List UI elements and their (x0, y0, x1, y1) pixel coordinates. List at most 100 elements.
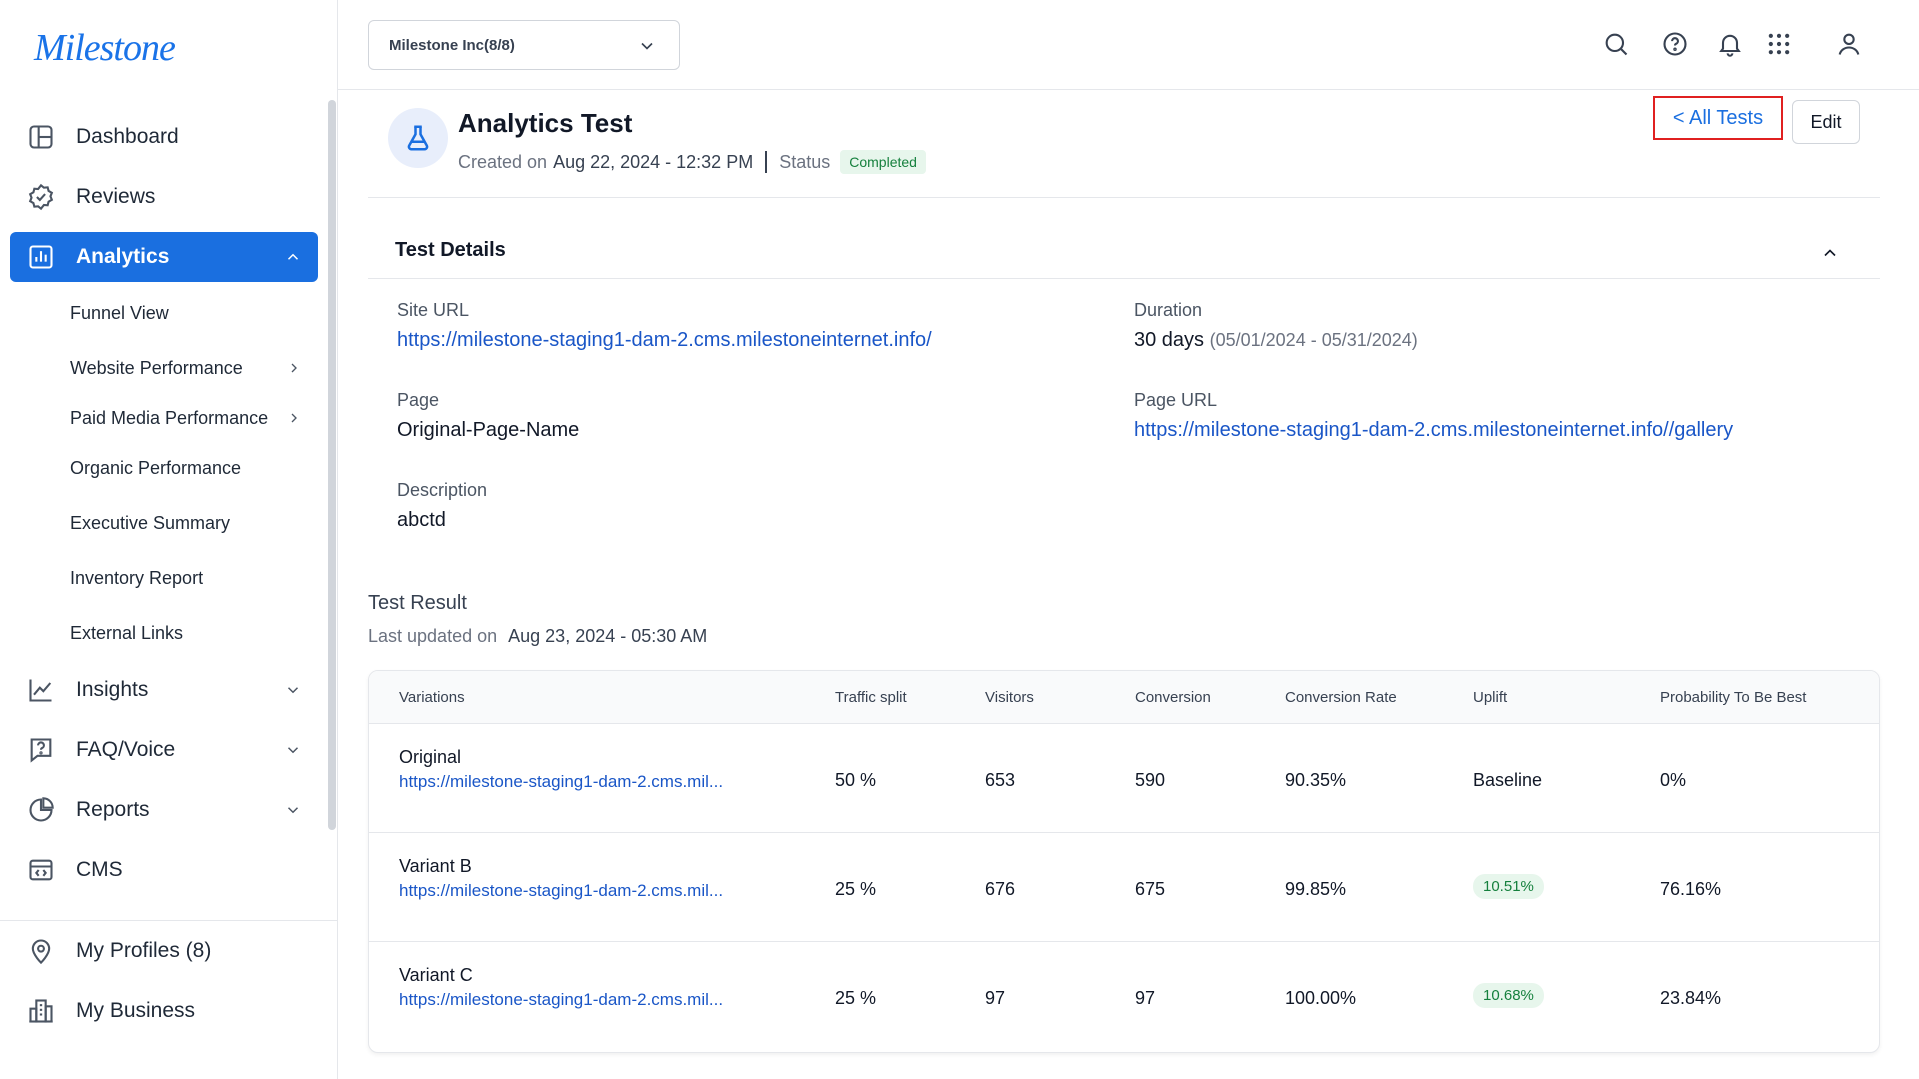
sidebar-subitem-executive-summary[interactable]: Executive Summary (10, 496, 318, 551)
sidebar: Milestone Dashboard Reviews Analytics Fu… (0, 0, 338, 1079)
sidebar-subitem-label: External Links (70, 623, 184, 643)
duration-value: 30 days (05/01/2024 - 05/31/2024) (1134, 329, 1418, 352)
variation-name: Variant C (399, 965, 473, 985)
cms-icon (26, 855, 56, 885)
sidebar-item-reviews[interactable]: Reviews (10, 172, 318, 222)
variation-name: Variant B (399, 856, 472, 876)
org-select-value: Milestone Inc(8/8) (389, 36, 515, 54)
visitors: 97 (985, 988, 1006, 1008)
help-icon[interactable] (1661, 30, 1689, 58)
last-updated-value: Aug 23, 2024 - 05:30 AM (508, 626, 708, 646)
site-url-field: Site URL https://milestone-staging1-dam-… (397, 300, 932, 352)
sidebar-item-label: FAQ/Voice (76, 738, 176, 761)
divider (368, 197, 1880, 198)
sidebar-item-reports[interactable]: Reports (10, 785, 318, 835)
sidebar-subitem-paid-media-performance[interactable]: Paid Media Performance (10, 396, 318, 441)
conversion: 675 (1135, 879, 1166, 899)
duration-range: (05/01/2024 - 05/31/2024) (1209, 330, 1418, 350)
site-url-link[interactable]: https://milestone-staging1-dam-2.cms.mil… (397, 329, 932, 352)
sidebar-item-label: Reports (76, 798, 150, 821)
page-field: Page Original-Page-Name (397, 390, 579, 442)
traffic-split: 25 % (835, 988, 877, 1008)
description-value: abctd (397, 509, 446, 531)
org-select[interactable]: Milestone Inc(8/8) (368, 20, 680, 70)
test-meta: Created on Aug 22, 2024 - 12:32 PM Statu… (458, 150, 926, 174)
column-header: Traffic split (835, 689, 907, 706)
table-row[interactable]: Variant B https://milestone-staging1-dam… (369, 834, 1879, 942)
sidebar-item-my-business[interactable]: My Business (10, 986, 318, 1036)
flask-icon (388, 108, 448, 168)
sidebar-item-insights[interactable]: Insights (10, 665, 318, 715)
sidebar-item-dashboard[interactable]: Dashboard (10, 112, 318, 162)
variation-cell: Variant B https://milestone-staging1-dam… (399, 856, 723, 901)
search-icon[interactable] (1602, 30, 1630, 58)
sidebar-subitem-organic-performance[interactable]: Organic Performance (10, 441, 318, 496)
reports-icon (26, 795, 56, 825)
top-header: Milestone Inc(8/8) (338, 0, 1919, 90)
column-header: Variations (399, 689, 465, 706)
sidebar-item-faq-voice[interactable]: FAQ/Voice (10, 725, 318, 775)
milestone-logo[interactable]: Milestone (34, 26, 176, 70)
probability: 76.16% (1660, 879, 1722, 899)
variation-cell: Original https://milestone-staging1-dam-… (399, 747, 723, 792)
sidebar-subitem-label: Organic Performance (70, 458, 242, 478)
sidebar-item-label: Analytics (76, 245, 170, 268)
page-label: Page (397, 390, 440, 410)
sidebar-subitem-inventory-report[interactable]: Inventory Report (10, 551, 318, 606)
sidebar-item-label: My Business (76, 999, 196, 1022)
column-header: Conversion (1135, 689, 1211, 706)
table-row[interactable]: Original https://milestone-staging1-dam-… (369, 725, 1879, 833)
visitors: 676 (985, 879, 1016, 899)
page-url-link[interactable]: https://milestone-staging1-dam-2.cms.mil… (1134, 419, 1733, 442)
apps-grid-icon[interactable] (1765, 30, 1793, 58)
status-badge: Completed (840, 150, 926, 174)
edit-button[interactable]: Edit (1792, 100, 1860, 144)
last-updated: Last updated on Aug 23, 2024 - 05:30 AM (368, 626, 707, 647)
conversion-rate: 99.85% (1285, 879, 1347, 899)
sidebar-scrollbar[interactable] (328, 100, 336, 830)
conversion-rate: 100.00% (1285, 988, 1357, 1008)
sidebar-item-label: Insights (76, 678, 149, 701)
user-icon[interactable] (1835, 30, 1863, 58)
variation-url-link[interactable]: https://milestone-staging1-dam-2.cms.mil… (399, 772, 723, 792)
probability: 0% (1660, 770, 1687, 790)
duration-field: Duration 30 days (05/01/2024 - 05/31/202… (1134, 300, 1418, 352)
sidebar-subitem-website-performance[interactable]: Website Performance (10, 341, 318, 396)
created-value: Aug 22, 2024 - 12:32 PM (553, 151, 754, 172)
sidebar-subitem-label: Paid Media Performance (70, 408, 269, 428)
conversion: 590 (1135, 770, 1166, 790)
dashboard-icon (26, 122, 56, 152)
page-url-field: Page URL https://milestone-staging1-dam-… (1134, 390, 1733, 442)
all-tests-link[interactable]: < All Tests (1653, 96, 1783, 140)
sidebar-item-label: CMS (76, 858, 123, 881)
chevron-down-icon[interactable] (284, 681, 302, 699)
sidebar-item-analytics[interactable]: Analytics (10, 232, 318, 282)
sidebar-item-cms[interactable]: CMS (10, 845, 318, 895)
sidebar-subitem-external-links[interactable]: External Links (10, 606, 318, 661)
business-icon (26, 996, 56, 1026)
conversion-rate: 90.35% (1285, 770, 1347, 790)
uplift-badge: 10.51% (1473, 874, 1544, 899)
description-label: Description (397, 480, 488, 500)
insights-icon (26, 675, 56, 705)
table-row[interactable]: Variant C https://milestone-staging1-dam… (369, 943, 1879, 1051)
description-field: Description abctd (397, 480, 487, 532)
sidebar-subitem-funnel-view[interactable]: Funnel View (10, 286, 318, 341)
sidebar-subitem-label: Inventory Report (70, 568, 204, 588)
sidebar-item-my-profiles[interactable]: My Profiles (8) (10, 926, 318, 976)
chevron-down-icon (637, 36, 657, 56)
chevron-up-icon[interactable] (284, 248, 302, 266)
variation-url-link[interactable]: https://milestone-staging1-dam-2.cms.mil… (399, 990, 723, 1010)
chevron-up-icon[interactable] (1820, 243, 1840, 263)
variation-url-link[interactable]: https://milestone-staging1-dam-2.cms.mil… (399, 881, 723, 901)
conversion: 97 (1135, 988, 1156, 1008)
column-header: Conversion Rate (1285, 689, 1397, 706)
sidebar-item-label: Reviews (76, 185, 156, 208)
chevron-down-icon[interactable] (284, 801, 302, 819)
sidebar-subitem-label: Website Performance (70, 358, 243, 378)
column-header: Visitors (985, 689, 1034, 706)
variation-cell: Variant C https://milestone-staging1-dam… (399, 965, 723, 1010)
chevron-down-icon[interactable] (284, 741, 302, 759)
bell-icon[interactable] (1716, 30, 1744, 58)
test-details-header[interactable]: Test Details (368, 223, 1880, 279)
